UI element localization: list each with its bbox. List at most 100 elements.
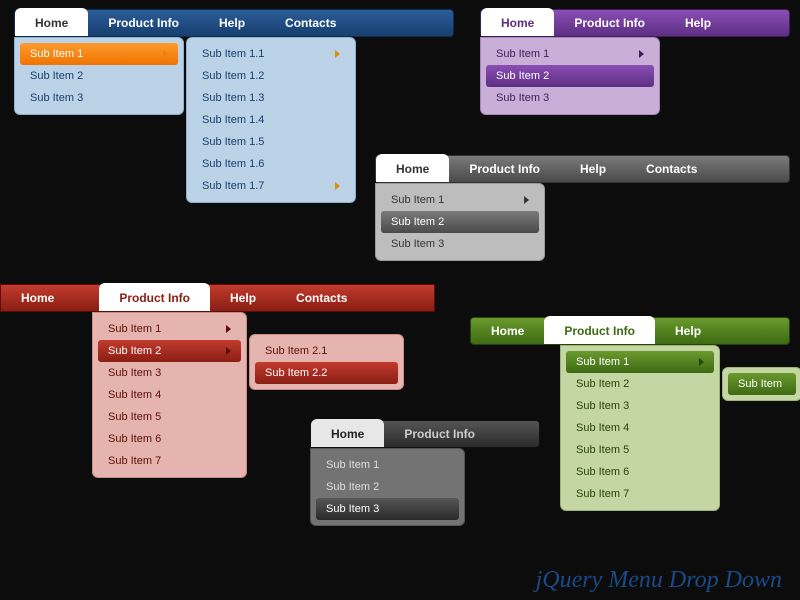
tab-product-info[interactable]: Product Info bbox=[99, 283, 210, 311]
menu-item-label: Sub Item 1 bbox=[391, 194, 444, 206]
menu-item[interactable]: Sub Item 1.6 bbox=[192, 153, 350, 175]
menu-item[interactable]: Sub Item 3 bbox=[316, 498, 459, 520]
menu-item[interactable]: Sub Item 3 bbox=[381, 233, 539, 255]
menu-item-label: Sub Item 2 bbox=[576, 378, 629, 390]
tab-home[interactable]: Home bbox=[481, 8, 554, 36]
tab-home[interactable]: Home bbox=[1, 285, 74, 311]
menu-item-label: Sub Item 3 bbox=[326, 503, 379, 515]
menu-item[interactable]: Sub Item 1.3 bbox=[192, 87, 350, 109]
menu-item[interactable]: Sub Item 3 bbox=[20, 87, 178, 109]
menu-item-label: Sub Item 2 bbox=[496, 70, 549, 82]
menu-item[interactable]: Sub Item 2 bbox=[316, 476, 459, 498]
menu-item-label: Sub Item 2.1 bbox=[265, 345, 327, 357]
submenu-green: Sub Item bbox=[722, 367, 800, 401]
tab-product-info[interactable]: Product Info bbox=[544, 316, 655, 344]
chevron-right-icon bbox=[335, 50, 340, 58]
menu-gray: Home Product Info Help Contacts Sub Item… bbox=[375, 155, 790, 183]
menu-item-label: Sub Item 5 bbox=[108, 411, 161, 423]
menu-item-label: Sub Item 4 bbox=[108, 389, 161, 401]
menu-item[interactable]: Sub Item 7 bbox=[98, 450, 241, 472]
menu-item-label: Sub Item 7 bbox=[108, 455, 161, 467]
menu-item[interactable]: Sub Item 1.2 bbox=[192, 65, 350, 87]
tab-contacts[interactable]: Contacts bbox=[276, 285, 367, 311]
menu-item[interactable]: Sub Item 2 bbox=[98, 340, 241, 362]
chevron-right-icon bbox=[226, 347, 231, 355]
tab-help[interactable]: Help bbox=[560, 156, 626, 182]
menu-item[interactable]: Sub Item 5 bbox=[566, 439, 714, 461]
menu-item[interactable]: Sub Item 2 bbox=[20, 65, 178, 87]
tab-home[interactable]: Home bbox=[471, 318, 544, 344]
tab-help[interactable]: Help bbox=[665, 10, 731, 36]
chevron-right-icon bbox=[335, 182, 340, 190]
menu-item[interactable]: Sub Item 1 bbox=[98, 318, 241, 340]
tab-product-info[interactable]: Product Info bbox=[384, 421, 495, 447]
menubar-purple: Home Product Info Help bbox=[480, 9, 790, 37]
menu-item-label: Sub Item 1.2 bbox=[202, 70, 264, 82]
menu-item-label: Sub Item 3 bbox=[391, 238, 444, 250]
menu-item-label: Sub Item 3 bbox=[576, 400, 629, 412]
menu-item-label: Sub Item 2 bbox=[391, 216, 444, 228]
submenu-blue: Sub Item 1.1 Sub Item 1.2 Sub Item 1.3 S… bbox=[186, 37, 356, 203]
menu-item-label: Sub Item 4 bbox=[576, 422, 629, 434]
dropdown-blue: Sub Item 1 Sub Item 2 Sub Item 3 bbox=[14, 37, 184, 115]
menu-item-label: Sub Item 1 bbox=[30, 48, 83, 60]
menu-item[interactable]: Sub Item 2 bbox=[486, 65, 654, 87]
menu-item[interactable]: Sub Item 1 bbox=[20, 43, 178, 65]
menu-item[interactable]: Sub Item 1.1 bbox=[192, 43, 350, 65]
menu-item-label: Sub Item 2.2 bbox=[265, 367, 327, 379]
menu-blue: Home Product Info Help Contacts Sub Item… bbox=[14, 9, 454, 37]
tab-product-info[interactable]: Product Info bbox=[449, 156, 560, 182]
menu-item[interactable]: Sub Item 4 bbox=[98, 384, 241, 406]
tab-help[interactable]: Help bbox=[655, 318, 721, 344]
menu-item[interactable]: Sub Item 6 bbox=[566, 461, 714, 483]
menu-item[interactable]: Sub Item 1.5 bbox=[192, 131, 350, 153]
dropdown-green: Sub Item 1 Sub Item 2 Sub Item 3 Sub Ite… bbox=[560, 345, 720, 511]
menu-item[interactable]: Sub Item 7 bbox=[566, 483, 714, 505]
menu-dark: Home Product Info Sub Item 1 Sub Item 2 … bbox=[310, 420, 540, 448]
menubar-dark: Home Product Info bbox=[310, 420, 540, 448]
menu-item-label: Sub Item 3 bbox=[108, 367, 161, 379]
menu-item[interactable]: Sub Item bbox=[728, 373, 796, 395]
menu-item[interactable]: Sub Item 1.7 bbox=[192, 175, 350, 197]
tab-home[interactable]: Home bbox=[311, 419, 384, 447]
menu-item-label: Sub Item 1 bbox=[326, 459, 379, 471]
tab-home[interactable]: Home bbox=[15, 8, 88, 36]
menu-item[interactable]: Sub Item 5 bbox=[98, 406, 241, 428]
menubar-green: Home Product Info Help bbox=[470, 317, 790, 345]
menu-red: Home Product Info Help Contacts Sub Item… bbox=[0, 284, 435, 312]
tab-home[interactable]: Home bbox=[376, 154, 449, 182]
menu-item-label: Sub Item 2 bbox=[30, 70, 83, 82]
tab-help[interactable]: Help bbox=[210, 285, 276, 311]
tab-product-info[interactable]: Product Info bbox=[88, 10, 199, 36]
menu-item-label: Sub Item 1.7 bbox=[202, 180, 264, 192]
menu-item[interactable]: Sub Item 3 bbox=[486, 87, 654, 109]
menu-item[interactable]: Sub Item 2.2 bbox=[255, 362, 398, 384]
menu-item[interactable]: Sub Item 1 bbox=[486, 43, 654, 65]
menu-green: Home Product Info Help Sub Item 1 Sub It… bbox=[470, 317, 790, 345]
menu-item[interactable]: Sub Item 3 bbox=[98, 362, 241, 384]
menu-item[interactable]: Sub Item 1 bbox=[381, 189, 539, 211]
menu-item-label: Sub Item 6 bbox=[108, 433, 161, 445]
menu-item[interactable]: Sub Item 3 bbox=[566, 395, 714, 417]
menu-item[interactable]: Sub Item 1 bbox=[316, 454, 459, 476]
menu-item-label: Sub Item 3 bbox=[496, 92, 549, 104]
menu-item[interactable]: Sub Item 2.1 bbox=[255, 340, 398, 362]
menu-item-label: Sub Item 2 bbox=[326, 481, 379, 493]
menu-item[interactable]: Sub Item 1 bbox=[566, 351, 714, 373]
tab-help[interactable]: Help bbox=[199, 10, 265, 36]
menu-item[interactable]: Sub Item 4 bbox=[566, 417, 714, 439]
menu-item[interactable]: Sub Item 2 bbox=[381, 211, 539, 233]
menu-item-label: Sub Item 1.3 bbox=[202, 92, 264, 104]
menu-item-label: Sub Item 1.6 bbox=[202, 158, 264, 170]
tab-contacts[interactable]: Contacts bbox=[265, 10, 356, 36]
menu-item-label: Sub Item bbox=[738, 378, 782, 390]
menu-item[interactable]: Sub Item 2 bbox=[566, 373, 714, 395]
menu-item[interactable]: Sub Item 6 bbox=[98, 428, 241, 450]
tab-contacts[interactable]: Contacts bbox=[626, 156, 717, 182]
tab-product-info[interactable]: Product Info bbox=[554, 10, 665, 36]
menu-item[interactable]: Sub Item 1.4 bbox=[192, 109, 350, 131]
menu-item-label: Sub Item 6 bbox=[576, 466, 629, 478]
dropdown-purple: Sub Item 1 Sub Item 2 Sub Item 3 bbox=[480, 37, 660, 115]
menu-item-label: Sub Item 7 bbox=[576, 488, 629, 500]
menubar-red: Home Product Info Help Contacts bbox=[0, 284, 435, 312]
